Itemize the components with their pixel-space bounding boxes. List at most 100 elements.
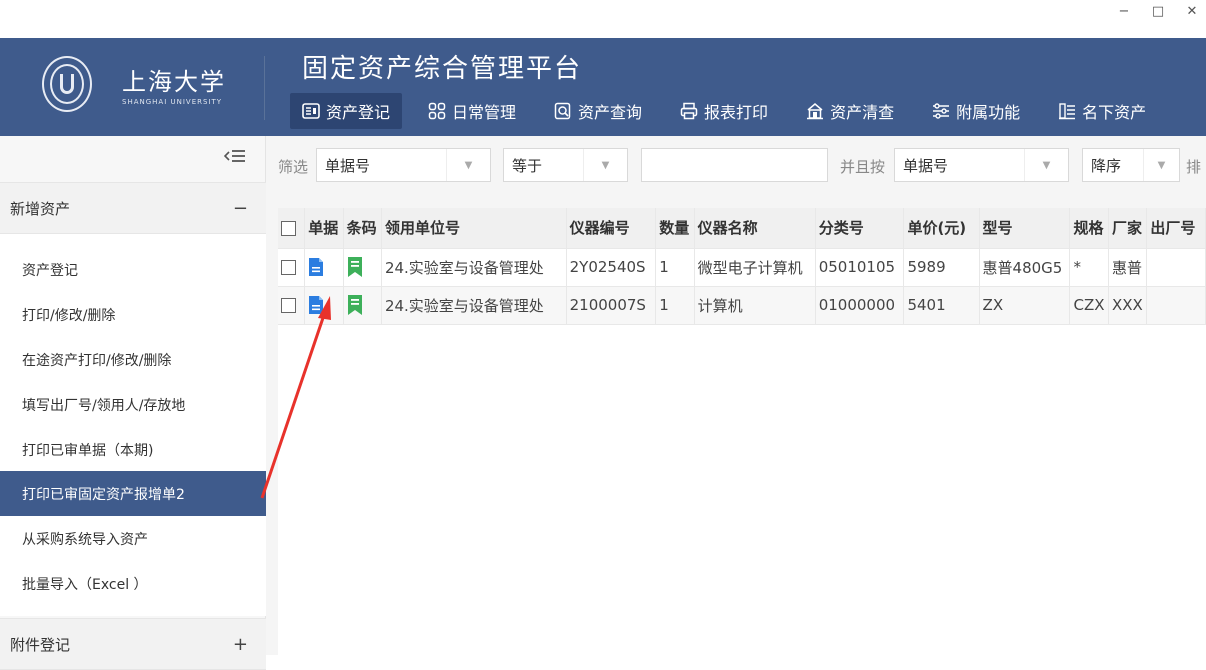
expand-plus-icon[interactable]: +	[233, 634, 248, 655]
sidebar-item-print-edit-delete[interactable]: 打印/修改/删除	[0, 292, 266, 337]
sort-field-select[interactable]: 单据号 ▼	[894, 148, 1069, 182]
nav-label: 报表打印	[704, 103, 769, 122]
search-doc-icon	[554, 102, 572, 120]
chevron-down-icon: ▼	[583, 149, 627, 181]
column-header[interactable]: 单据	[304, 208, 344, 249]
sidebar-group-attachments[interactable]: 附件登记 +	[0, 618, 266, 670]
asset-table: 单据 条码 领用单位号 仪器编号 数量 仪器名称 分类号 单价(元) 型号 规格…	[278, 208, 1206, 325]
nav-label: 名下资产	[1082, 103, 1147, 122]
column-header[interactable]: 仪器名称	[694, 208, 816, 249]
nav-item-my-assets[interactable]: 名下资产	[1046, 93, 1158, 129]
table-row[interactable]: 24.实验室与设备管理处 2Y02540S 1 微型电子计算机 05010105…	[278, 248, 1206, 287]
cell-spec: CZX	[1069, 286, 1109, 325]
barcode-icon[interactable]	[343, 248, 382, 287]
university-seal-logo	[42, 56, 92, 112]
filter-field-select[interactable]: 单据号 ▼	[316, 148, 491, 182]
cell-maker: 惠普	[1108, 248, 1148, 287]
select-value: 单据号	[903, 156, 949, 175]
filter-value-input[interactable]	[641, 148, 828, 182]
row-checkbox[interactable]	[278, 248, 306, 287]
filter-label: 筛选	[278, 158, 309, 176]
close-button[interactable]: ✕	[1182, 4, 1202, 20]
nav-label: 资产清查	[830, 103, 895, 122]
column-header[interactable]: 领用单位号	[381, 208, 567, 249]
sidebar-item-fill-serial[interactable]: 填写出厂号/领用人/存放地	[0, 382, 266, 427]
sidebar-item-print-approved[interactable]: 打印已审单据（本期)	[0, 427, 266, 472]
collapse-menu-icon[interactable]	[223, 148, 246, 167]
sidebar-item-print-approved-increase-2[interactable]: 打印已审固定资产报增单2	[0, 471, 266, 516]
sort-label-2: 排	[1186, 158, 1202, 176]
cell-model: 惠普480G5	[979, 248, 1071, 287]
cell-price: 5989	[903, 248, 980, 287]
group-label: 新增资产	[10, 199, 71, 218]
select-value: 降序	[1091, 156, 1122, 175]
minimize-button[interactable]: −	[1114, 4, 1134, 20]
nav-label: 资产查询	[578, 103, 643, 122]
barcode-icon[interactable]	[343, 286, 382, 325]
table-row[interactable]: 24.实验室与设备管理处 2100007S 1 计算机 01000000 540…	[278, 286, 1206, 325]
nav-label: 资产登记	[326, 103, 391, 122]
chevron-down-icon: ▼	[1024, 149, 1068, 181]
sidebar-item-asset-register[interactable]: 资产登记	[0, 247, 266, 292]
sidebar: 新增资产 − 资产登记 打印/修改/删除 在途资产打印/修改/删除 填写出厂号/…	[0, 136, 266, 670]
main-content: 筛选 单据号 ▼ 等于 ▼ 并且按 单据号 ▼ 降序 ▼ 排 单据 条码 领用单…	[266, 136, 1206, 655]
nav-label: 附属功能	[956, 103, 1021, 122]
nav-item-daily-management[interactable]: 日常管理	[416, 93, 528, 129]
document-icon[interactable]	[304, 248, 344, 287]
column-header[interactable]: 条码	[343, 208, 382, 249]
select-value: 等于	[512, 156, 543, 175]
column-header[interactable]: 厂家	[1108, 208, 1148, 249]
row-checkbox[interactable]	[278, 286, 306, 325]
maximize-button[interactable]: □	[1148, 4, 1168, 20]
nav-item-asset-register[interactable]: 资产登记	[290, 93, 403, 129]
sidebar-group-new-assets[interactable]: 新增资产 −	[0, 182, 266, 234]
group-label: 附件登记	[10, 635, 71, 654]
nav-item-asset-query[interactable]: 资产查询	[542, 93, 654, 129]
cell-quantity: 1	[655, 286, 695, 325]
cell-quantity: 1	[655, 248, 695, 287]
app-header: 上海大学 SHANGHAI UNIVERSITY 固定资产综合管理平台 资产登记…	[0, 38, 1206, 136]
table-header-row: 单据 条码 领用单位号 仪器编号 数量 仪器名称 分类号 单价(元) 型号 规格…	[278, 208, 1206, 249]
select-all-checkbox[interactable]	[278, 208, 306, 249]
cell-serial	[1146, 286, 1206, 325]
column-header[interactable]: 出厂号	[1146, 208, 1206, 249]
cell-dept: 24.实验室与设备管理处	[381, 248, 567, 287]
sort-label: 并且按	[840, 158, 886, 176]
chevron-down-icon: ▼	[1143, 149, 1179, 181]
filter-operator-select[interactable]: 等于 ▼	[503, 148, 628, 182]
cell-dept: 24.实验室与设备管理处	[381, 286, 567, 325]
document-icon[interactable]	[304, 286, 344, 325]
column-header[interactable]: 单价(元)	[903, 208, 980, 249]
column-header[interactable]: 规格	[1069, 208, 1109, 249]
sidebar-item-import-procurement[interactable]: 从采购系统导入资产	[0, 516, 266, 561]
sort-order-select[interactable]: 降序 ▼	[1082, 148, 1180, 182]
nav-item-report-print[interactable]: 报表打印	[668, 93, 780, 129]
inventory-icon	[806, 102, 824, 120]
sidebar-item-in-transit[interactable]: 在途资产打印/修改/删除	[0, 337, 266, 382]
window-titlebar: − □ ✕	[0, 0, 1206, 38]
nav-item-auxiliary-functions[interactable]: 附属功能	[920, 93, 1032, 129]
app-title: 固定资产综合管理平台	[302, 54, 583, 84]
column-header[interactable]: 型号	[979, 208, 1071, 249]
sidebar-item-batch-import-excel[interactable]: 批量导入（Excel ）	[0, 561, 266, 606]
cell-serial	[1146, 248, 1206, 287]
cell-category: 01000000	[815, 286, 905, 325]
main-nav: 资产登记 日常管理 资产查询 报表打印 资产清查 附属功能 名下资产	[290, 93, 1172, 129]
cell-instrument-name: 计算机	[694, 286, 816, 325]
cell-spec: *	[1069, 248, 1109, 287]
collapse-minus-icon[interactable]: −	[233, 198, 248, 219]
cell-instrument-no: 2100007S	[566, 286, 657, 325]
grid-icon	[428, 102, 446, 120]
sliders-icon	[932, 102, 950, 120]
nav-label: 日常管理	[452, 103, 517, 122]
list-icon	[1058, 102, 1076, 120]
column-header[interactable]: 分类号	[815, 208, 905, 249]
filter-bar: 筛选 单据号 ▼ 等于 ▼ 并且按 单据号 ▼ 降序 ▼ 排	[266, 136, 1206, 196]
cell-instrument-name: 微型电子计算机	[694, 248, 816, 287]
chevron-down-icon: ▼	[446, 149, 490, 181]
nav-item-asset-inventory[interactable]: 资产清查	[794, 93, 906, 129]
column-header[interactable]: 数量	[655, 208, 695, 249]
asset-table-area: 单据 条码 领用单位号 仪器编号 数量 仪器名称 分类号 单价(元) 型号 规格…	[278, 208, 1206, 655]
cell-instrument-no: 2Y02540S	[566, 248, 657, 287]
column-header[interactable]: 仪器编号	[566, 208, 657, 249]
